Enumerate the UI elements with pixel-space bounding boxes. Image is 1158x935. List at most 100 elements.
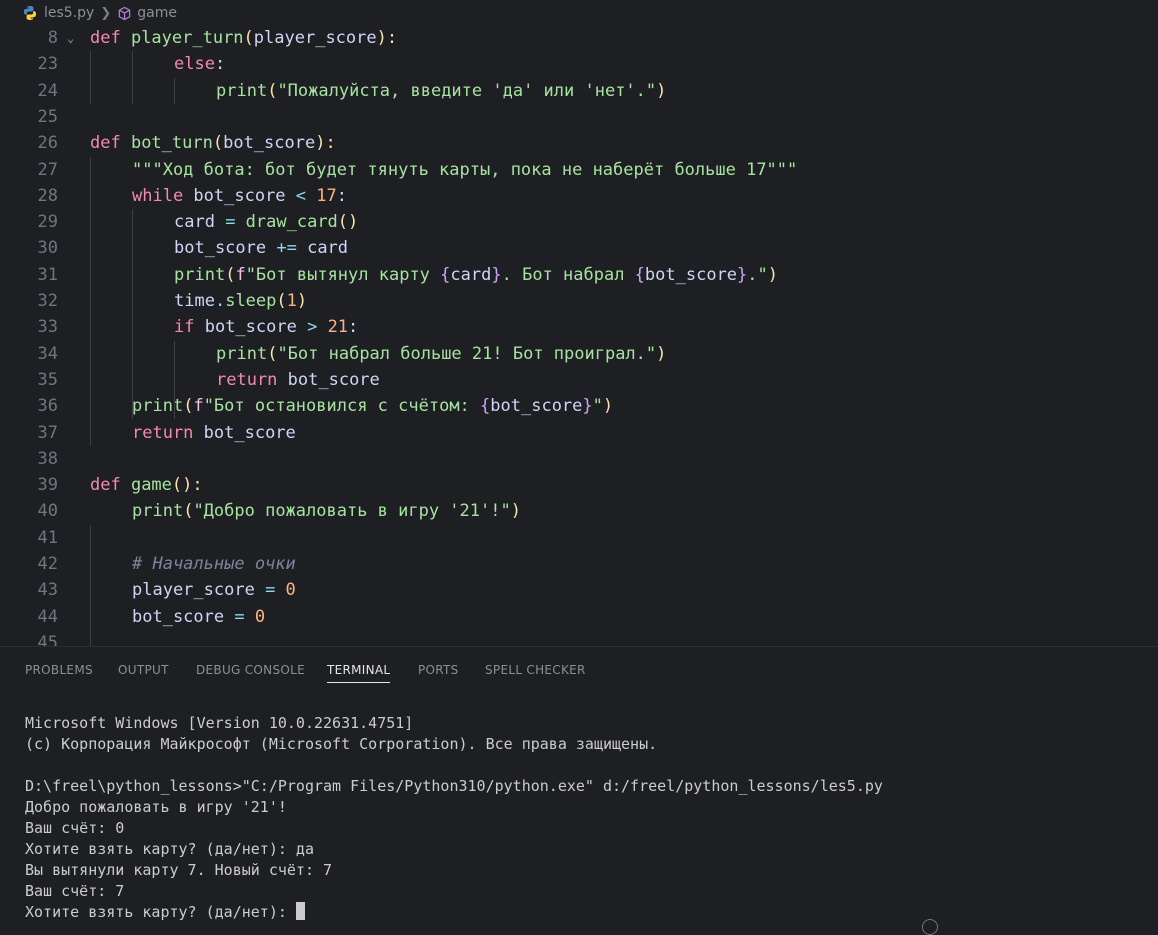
terminal-line-text: (c) Корпорация Майкрософт (Microsoft Cor… (25, 735, 658, 753)
code-token: ) (510, 501, 521, 522)
code-token: draw_card (245, 212, 338, 233)
code-token: "Бот набрал больше 21! Бот проиграл." (277, 343, 657, 364)
line-number: 39 (37, 475, 58, 496)
code-token: "Добро пожаловать в игру '21'!" (193, 501, 511, 522)
code-token: else (174, 54, 215, 75)
line-number: 36 (37, 396, 58, 417)
code-token: "Пожалуйста, введите 'да' или 'нет'." (277, 80, 657, 101)
code-token: (): (171, 475, 203, 496)
code-text: bot_score += card (174, 235, 348, 261)
code-token: print (216, 80, 268, 101)
code-token: bot_score (287, 369, 380, 390)
indent-guide (174, 340, 175, 420)
code-text: card = draw_card() (174, 209, 358, 235)
code-token: 0 (285, 580, 296, 601)
code-line: 30 bot_score += card (0, 235, 1158, 261)
code-token: card (307, 238, 349, 259)
code-token: ( (225, 264, 236, 285)
code-line: 31 print(f"Бот вытянул карту {card}. Бот … (0, 262, 1158, 288)
code-text: def player_turn(player_score): (90, 26, 397, 51)
code-line: 39 def game(): (0, 472, 1158, 498)
code-line: 29 card = draw_card() (0, 209, 1158, 235)
tab-spell-checker[interactable]: SPELL CHECKER (485, 663, 586, 677)
line-number: 40 (37, 501, 58, 522)
line-number: 33 (37, 317, 58, 338)
line-number: 44 (37, 606, 58, 627)
code-token: bot_turn (130, 133, 213, 154)
line-number: 43 (37, 580, 58, 601)
tab-ports[interactable]: PORTS (418, 663, 459, 677)
line-number: 23 (37, 54, 58, 75)
code-token: ) (656, 343, 667, 364)
code-line: 27 """Ход бота: бот будет тянуть карты, п… (0, 157, 1158, 183)
code-token: " (592, 396, 603, 417)
code-line: 28 while bot_score < 17: (0, 183, 1158, 209)
code-token: f (235, 264, 246, 285)
code-token: > (307, 317, 328, 338)
terminal-line: Ваш счёт: 7 (25, 881, 883, 902)
panel-tabs: PROBLEMS OUTPUT DEBUG CONSOLE TERMINAL PORTS… (0, 647, 1158, 691)
line-number: 24 (37, 80, 58, 101)
terminal-output[interactable]: Microsoft Windows [Version 10.0.22631.47… (25, 713, 883, 923)
code-line: 40 print("Добро пожаловать в игру '21'!") (0, 498, 1158, 524)
code-token: def (90, 133, 131, 154)
tab-debug-console[interactable]: DEBUG CONSOLE (196, 663, 305, 677)
code-line: 8 ⌄ def player_turn(player_score): (0, 26, 1158, 51)
code-token: : (336, 185, 347, 206)
code-token: game (130, 475, 172, 496)
code-text: def bot_turn(bot_score): (90, 130, 336, 156)
symbol-method-icon (118, 6, 131, 20)
code-token: = (234, 606, 255, 627)
code-line: 32 time.sleep(1) (0, 288, 1158, 314)
code-token: 21 (327, 317, 349, 338)
code-token: ( (267, 343, 278, 364)
code-token: ( (276, 291, 287, 311)
breadcrumb-file[interactable]: les5.py (22, 5, 94, 21)
fold-chevron-icon[interactable]: ⌄ (67, 26, 74, 51)
indent-guide (90, 51, 91, 104)
code-token: print (216, 343, 268, 364)
code-token: while (132, 185, 194, 206)
code-token: card (174, 212, 226, 233)
line-number: 28 (37, 185, 58, 206)
code-token: { (480, 396, 491, 417)
code-token: f (193, 396, 204, 417)
code-token: ." (747, 264, 768, 285)
code-text: time.sleep(1) (174, 288, 307, 314)
code-token: { (440, 264, 451, 285)
indent-guide (132, 209, 133, 420)
breadcrumb-symbol[interactable]: game (117, 5, 177, 21)
line-number: 32 (37, 291, 58, 311)
line-number: 38 (37, 448, 58, 469)
code-editor[interactable]: 8 ⌄ def player_turn(player_score): 23 else: 2… (0, 26, 1158, 646)
tab-problems[interactable]: PROBLEMS (25, 663, 93, 677)
terminal-line-text: D:\freel\python_lessons>"C:/Program File… (25, 777, 883, 795)
code-token: 0 (254, 606, 266, 627)
code-token: bot_score (223, 133, 316, 154)
tab-output[interactable]: OUTPUT (118, 663, 169, 677)
code-line: 45 (0, 630, 1158, 646)
code-line: 25 (0, 104, 1158, 130)
code-text: if bot_score > 21: (174, 314, 358, 340)
tab-terminal[interactable]: TERMINAL (327, 663, 391, 683)
code-token: } (582, 396, 593, 417)
indent-guide (174, 77, 175, 104)
code-line: 43 player_score = 0 (0, 577, 1158, 603)
code-text: def game(): (90, 472, 203, 498)
line-number: 42 (37, 554, 58, 574)
terminal-line-text: Добро пожаловать в игру '21'! (25, 798, 287, 816)
code-token: ) (296, 291, 308, 311)
code-text: # Начальные очки (132, 551, 296, 577)
code-text: else: (174, 51, 225, 77)
line-number: 25 (37, 106, 58, 127)
code-token: bot_score (203, 422, 296, 443)
terminal-line: Хотите взять карту? (да/нет): (25, 902, 883, 923)
code-token: "Бот вытянул карту (245, 264, 441, 285)
terminal-line-text: Microsoft Windows [Version 10.0.22631.47… (25, 714, 414, 732)
code-text: player_score = 0 (132, 577, 296, 603)
line-number: 31 (37, 264, 58, 285)
terminal-line-text: Ваш счёт: 7 (25, 882, 125, 900)
terminal-line: Вы вытянули карту 7. Новый счёт: 7 (25, 860, 883, 881)
code-token: < (295, 185, 317, 206)
code-token: sleep (225, 291, 277, 311)
